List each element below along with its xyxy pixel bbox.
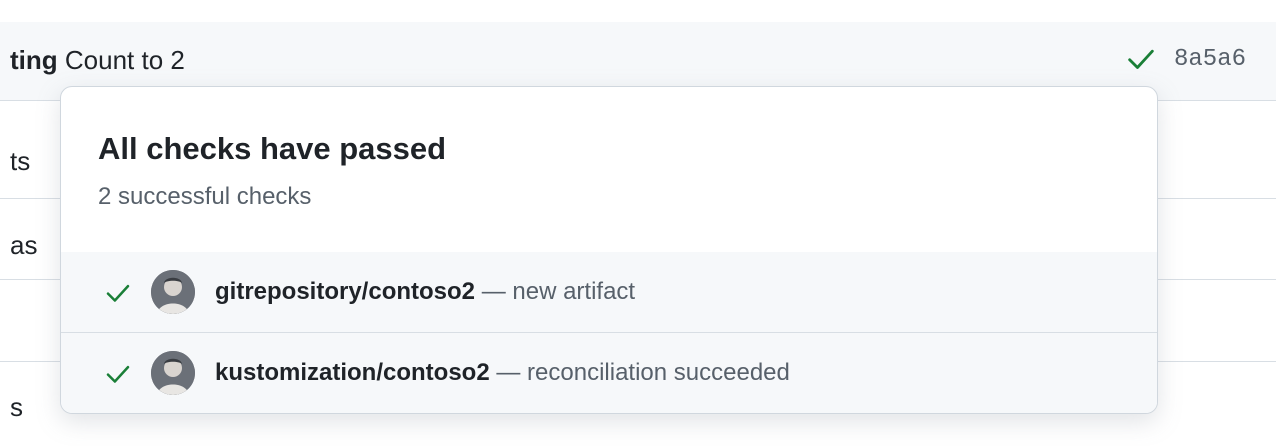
commit-title-rest: Count to 2 <box>57 45 185 75</box>
commit-title[interactable]: ting Count to 2 <box>10 45 185 76</box>
check-icon <box>106 284 130 302</box>
popover-header: All checks have passed 2 successful chec… <box>61 87 1157 252</box>
avatar[interactable] <box>151 270 195 314</box>
commit-title-prefix: ting <box>10 45 58 75</box>
check-label[interactable]: gitrepository/contoso2 — new artifact <box>215 278 635 306</box>
check-item[interactable]: kustomization/contoso2 — reconciliation … <box>61 332 1157 413</box>
file-fragment: as <box>10 230 38 260</box>
check-description: reconciliation succeeded <box>527 359 790 386</box>
check-name: kustomization/contoso2 <box>215 359 490 386</box>
file-fragment: ts <box>10 146 31 176</box>
popover-title: All checks have passed <box>98 131 447 166</box>
file-fragment: s <box>10 392 23 422</box>
check-icon[interactable] <box>1124 42 1158 76</box>
check-description: new artifact <box>512 278 636 305</box>
popover-subtitle: 2 successful checks <box>98 183 312 210</box>
commit-sha[interactable]: 8a5a6 <box>1174 46 1246 73</box>
checks-popover: All checks have passed 2 successful chec… <box>60 86 1158 414</box>
check-separator: — <box>475 278 513 305</box>
avatar[interactable] <box>151 351 195 395</box>
check-icon <box>106 365 130 383</box>
check-item[interactable]: gitrepository/contoso2 — new artifact <box>61 252 1157 332</box>
check-name: gitrepository/contoso2 <box>215 278 476 305</box>
check-separator: — <box>489 359 528 386</box>
check-label[interactable]: kustomization/contoso2 — reconciliation … <box>215 359 790 387</box>
